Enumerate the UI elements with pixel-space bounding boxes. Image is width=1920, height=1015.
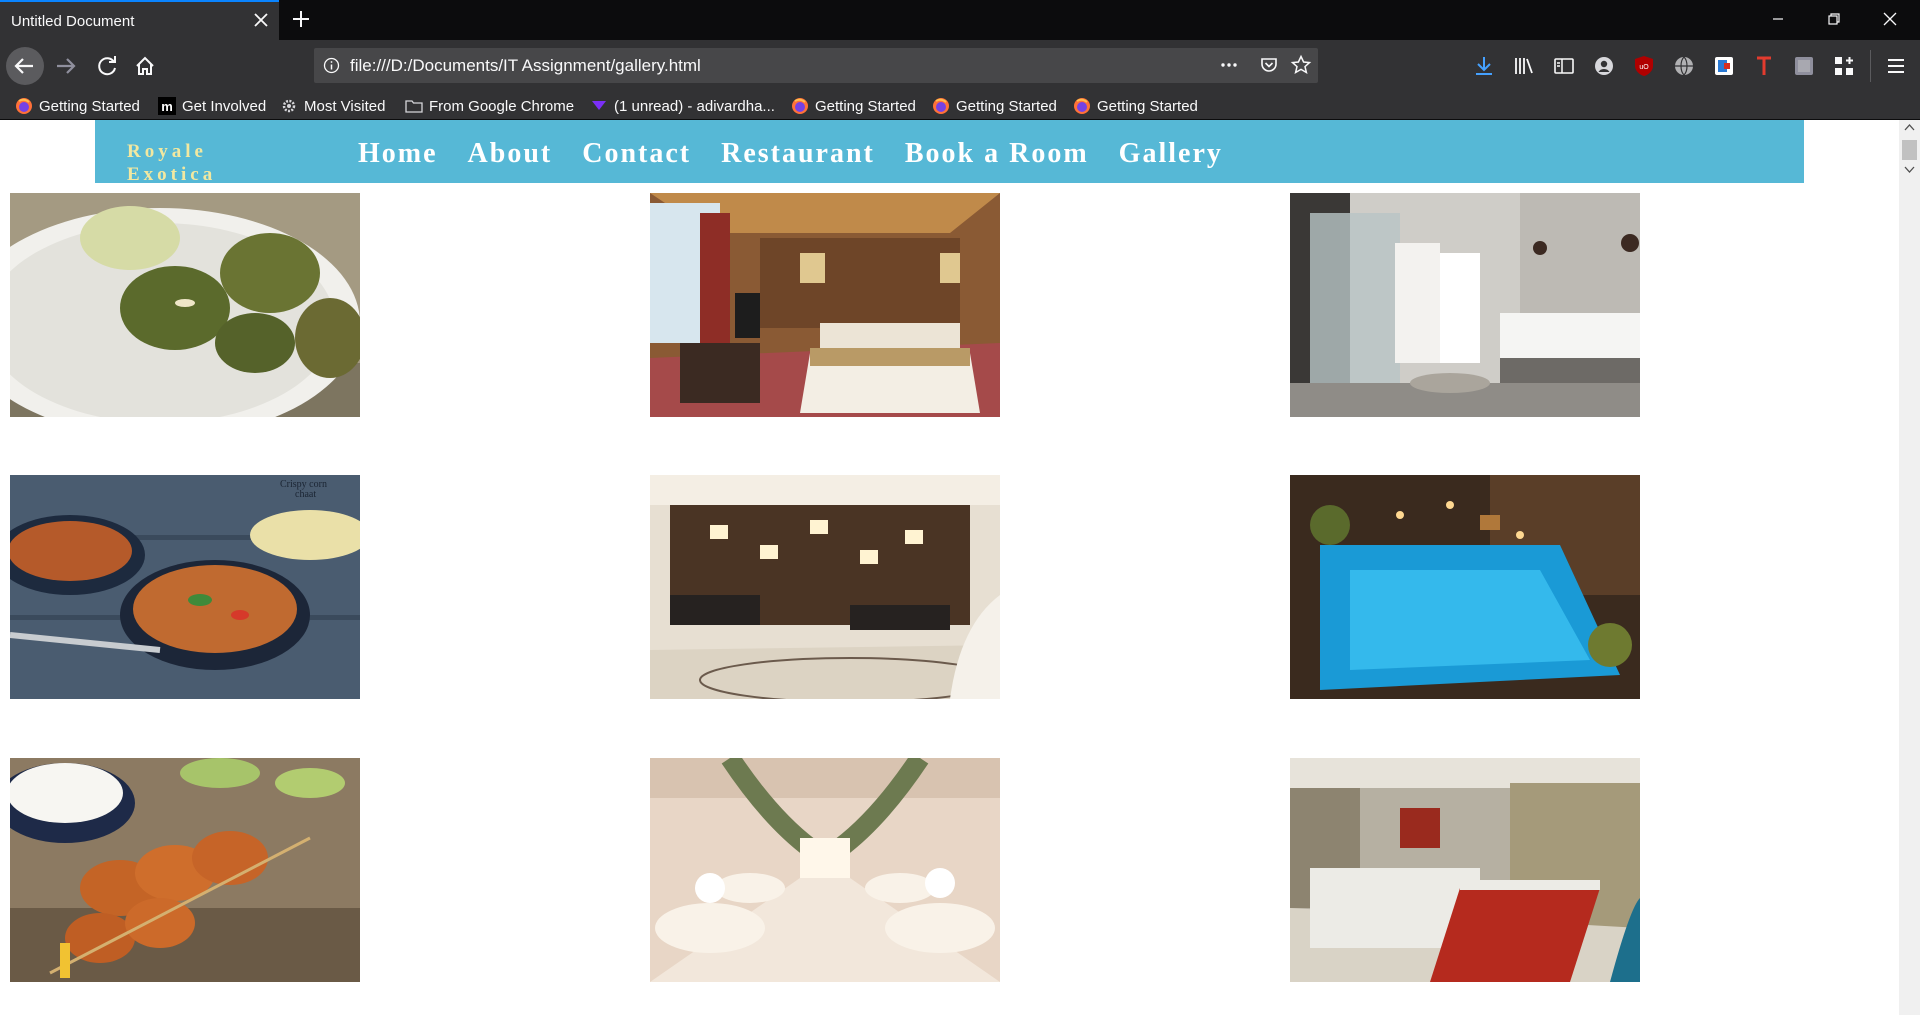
site-nav-restaurant[interactable]: Restaurant <box>721 138 875 170</box>
firefox-icon <box>791 97 809 115</box>
bookmarks-toolbar: Getting Started m Get Involved Most Visited… <box>0 92 1920 120</box>
scrollbar-thumb[interactable] <box>1902 140 1917 160</box>
grid-icon[interactable] <box>1832 54 1856 78</box>
library-icon[interactable] <box>1512 54 1536 78</box>
prawn-skewers-image <box>10 758 360 982</box>
bookmark-label: Getting Started <box>815 97 916 115</box>
site-navbar: Royale Exotica Home About Contact Restauran… <box>95 120 1804 186</box>
site-nav-gallery[interactable]: Gallery <box>1119 138 1223 170</box>
bookmark-label: Getting Started <box>1097 97 1198 115</box>
extension-icon[interactable] <box>1712 54 1736 78</box>
minimize-icon[interactable] <box>1767 8 1789 30</box>
menu-icon[interactable] <box>1884 54 1908 78</box>
back-arrow-icon <box>14 58 33 74</box>
vertical-scrollbar[interactable] <box>1899 120 1920 1015</box>
scroll-down-icon[interactable] <box>1904 164 1915 175</box>
firefox-icon <box>1073 97 1091 115</box>
restore-icon[interactable] <box>1823 8 1845 30</box>
tab-title: Untitled Document <box>11 13 135 30</box>
screenshot-icon[interactable] <box>1792 54 1816 78</box>
hotel-bathroom-image <box>1290 193 1640 417</box>
bookmark-item[interactable]: Most Visited <box>280 96 385 116</box>
gallery-image-lobby[interactable] <box>650 475 1000 699</box>
hotel-bedroom-image <box>650 193 1000 417</box>
gear-icon <box>280 97 298 115</box>
info-icon[interactable] <box>323 57 340 74</box>
globe-icon[interactable] <box>1672 54 1696 78</box>
close-window-icon[interactable] <box>1879 8 1901 30</box>
folder-icon <box>405 97 423 115</box>
svg-text:m: m <box>161 99 173 114</box>
gallery-image-banquet[interactable] <box>650 758 1000 982</box>
bookmark-star-icon[interactable] <box>1290 54 1312 76</box>
forward-arrow-icon <box>57 58 76 74</box>
svg-text:uO: uO <box>1639 64 1649 71</box>
mozilla-icon: m <box>158 97 176 115</box>
toolbar-separator <box>1870 50 1871 82</box>
pocket-icon[interactable] <box>1258 54 1280 76</box>
bookmark-label: Getting Started <box>956 97 1057 115</box>
swimming-pool-image <box>1290 475 1640 699</box>
tab-active[interactable]: Untitled Document <box>0 0 279 40</box>
site-logo[interactable]: Royale Exotica <box>127 140 216 186</box>
ublock-icon[interactable]: uO <box>1632 54 1656 78</box>
site-logo-line1: Royale <box>127 141 207 162</box>
bookmark-item[interactable]: m Get Involved <box>158 96 266 116</box>
home-button[interactable] <box>126 47 164 85</box>
bookmark-label: Getting Started <box>39 97 140 115</box>
bookmark-item[interactable]: From Google Chrome <box>405 96 574 116</box>
account-icon[interactable] <box>1592 54 1616 78</box>
bookmark-item[interactable]: (1 unread) - adivardha... <box>590 96 775 116</box>
sidebar-icon[interactable] <box>1552 54 1576 78</box>
bookmark-label: Most Visited <box>304 97 386 115</box>
gallery-image-conference[interactable] <box>1290 758 1640 982</box>
site-logo-line2: Exotica <box>127 164 217 185</box>
site-nav-home[interactable]: Home <box>358 138 438 170</box>
download-icon[interactable] <box>1472 54 1496 78</box>
home-icon <box>136 56 154 75</box>
firefox-icon <box>932 97 950 115</box>
site-nav-about[interactable]: About <box>468 138 553 170</box>
forward-button[interactable] <box>46 47 84 85</box>
site-menu: Home About Contact Restaurant Book a Room Gal… <box>358 138 1253 170</box>
gallery-image-bedroom[interactable] <box>650 193 1000 417</box>
new-tab-icon[interactable] <box>290 8 312 30</box>
kebab-plate-image <box>10 193 360 417</box>
hotel-reception-lobby-image <box>650 475 1000 699</box>
page-actions-icon[interactable] <box>1218 54 1240 76</box>
firefox-icon <box>15 97 33 115</box>
t-extension-icon[interactable] <box>1752 54 1776 78</box>
yahoo-mail-icon <box>590 97 608 115</box>
back-button[interactable] <box>6 47 44 85</box>
url-bar[interactable]: file:///D:/Documents/IT Assignment/galle… <box>314 48 1318 83</box>
bookmark-label: Get Involved <box>182 97 267 115</box>
gallery-image-prawns[interactable] <box>10 758 360 982</box>
bookmark-item[interactable]: Getting Started <box>15 96 140 116</box>
reload-button[interactable] <box>88 47 126 85</box>
site-nav-book-a-room[interactable]: Book a Room <box>905 138 1089 170</box>
banquet-hall-image <box>650 758 1000 982</box>
site-nav-contact[interactable]: Contact <box>582 138 691 170</box>
gallery-image-pool[interactable] <box>1290 475 1640 699</box>
bookmark-item[interactable]: Getting Started <box>1073 96 1198 116</box>
tab-bar: Untitled Document <box>0 0 1920 40</box>
gallery-image-corn-chaat[interactable]: Crispy corn chaat <box>10 475 360 699</box>
navigation-toolbar: file:///D:/Documents/IT Assignment/galle… <box>0 40 1920 92</box>
gallery-image-kebab[interactable] <box>10 193 360 417</box>
url-text[interactable]: file:///D:/Documents/IT Assignment/galle… <box>350 56 701 76</box>
page-viewport: Royale Exotica Home About Contact Restauran… <box>0 120 1899 1015</box>
crispy-corn-chaat-image: Crispy corn chaat <box>10 475 360 699</box>
conference-room-image <box>1290 758 1640 982</box>
bookmark-item[interactable]: Getting Started <box>791 96 916 116</box>
scroll-up-icon[interactable] <box>1904 122 1915 133</box>
chaat-caption: chaat <box>295 489 316 500</box>
bookmark-label: From Google Chrome <box>429 97 575 115</box>
gallery-image-bathroom[interactable] <box>1290 193 1640 417</box>
bookmark-label: (1 unread) - adivardha... <box>614 97 775 115</box>
bookmark-item[interactable]: Getting Started <box>932 96 1057 116</box>
reload-icon <box>98 56 116 76</box>
tab-close-icon[interactable] <box>251 10 271 30</box>
